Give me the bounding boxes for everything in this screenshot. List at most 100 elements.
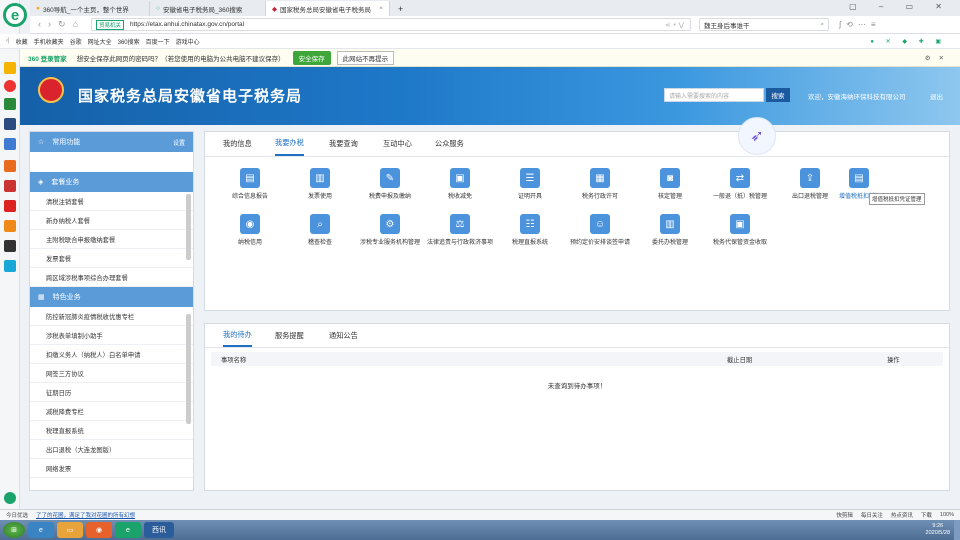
list-item[interactable]: 减税降费专栏 bbox=[30, 402, 193, 421]
browser-logo-icon[interactable]: e bbox=[3, 3, 27, 27]
toolbar-icons[interactable]: ∫⟲⋯≡ bbox=[839, 20, 881, 29]
taskbar-app[interactable]: 西讯 bbox=[144, 522, 174, 538]
tab-my-todo[interactable]: 我的待办 bbox=[223, 324, 252, 347]
tab-360search[interactable]: ○ 安徽省电子税务局_360搜索 bbox=[150, 1, 266, 16]
doc-icon[interactable] bbox=[4, 138, 16, 150]
list-item[interactable]: 征期日历 bbox=[30, 383, 193, 402]
list-item[interactable]: 防控新冠肺炎疫情税收优惠专栏 bbox=[30, 307, 193, 326]
weibo-icon[interactable] bbox=[4, 80, 16, 92]
url-bar[interactable]: 贸易机关 https://etax.anhui.chinatax.gov.cn/… bbox=[90, 18, 691, 31]
status-item[interactable]: 快剪辑 bbox=[836, 511, 853, 519]
bookmark-item[interactable]: 游戏中心 bbox=[176, 37, 200, 46]
scrollbar[interactable] bbox=[186, 194, 191, 260]
shop-icon[interactable] bbox=[4, 220, 16, 232]
taskbar-ie-icon[interactable]: e bbox=[28, 522, 54, 538]
func-agency[interactable]: ⚙ 涉税专业服务机构管理 bbox=[357, 214, 423, 246]
nav-buttons[interactable]: ‹›↻⌂ bbox=[38, 19, 85, 30]
save-password-button[interactable]: 安全保存 bbox=[292, 50, 331, 65]
list-item[interactable]: 跨区域涉税事项综合办理套餐 bbox=[30, 268, 193, 287]
p-icon[interactable] bbox=[4, 260, 16, 272]
func-declare[interactable]: ✎ 税费申报及缴纳 bbox=[357, 168, 423, 200]
list-item[interactable]: 发票套餐 bbox=[30, 249, 193, 268]
tab-360nav[interactable]: ● 360导航_一个主页，整个世界 bbox=[30, 1, 150, 16]
bookmark-toggle-icon[interactable]: ‹| bbox=[6, 38, 10, 44]
custody-icon: ▣ bbox=[730, 214, 750, 234]
tab-query[interactable]: 我要查询 bbox=[329, 132, 358, 156]
start-button[interactable]: ⊞ bbox=[3, 522, 25, 538]
func-law[interactable]: ⚖ 法律追责与行政救济事项 bbox=[427, 214, 493, 246]
extension-icons[interactable]: ● ✕ ◆ ✚ ▣ bbox=[870, 38, 946, 45]
bookmark-item[interactable]: 网址大全 bbox=[88, 37, 112, 46]
close-tab-icon[interactable]: × bbox=[379, 5, 383, 12]
special-header[interactable]: ▦ 特色业务 bbox=[30, 287, 193, 307]
logout-link[interactable]: 退出 bbox=[930, 91, 943, 101]
calendar-icon[interactable] bbox=[4, 118, 16, 130]
status-item[interactable]: 下载 bbox=[921, 511, 932, 519]
tab-interaction[interactable]: 互动中心 bbox=[383, 132, 412, 156]
func-pricing[interactable]: ☺ 预约定价安排谈签申请 bbox=[567, 214, 633, 246]
bar360-settings-close[interactable]: ⚙✕ bbox=[925, 54, 952, 62]
func-credit[interactable]: ◉ 纳税信用 bbox=[217, 214, 283, 246]
mail-icon[interactable] bbox=[4, 98, 16, 110]
taskbar-360-icon[interactable]: e bbox=[115, 522, 141, 538]
bookmark-item[interactable]: 收藏 bbox=[16, 37, 28, 46]
site-search-button[interactable]: 搜索 bbox=[766, 88, 790, 102]
search-box[interactable]: 魏王身后事谁干 ⌕ bbox=[698, 18, 829, 31]
tab-notices[interactable]: 通知公告 bbox=[329, 324, 358, 347]
scrollbar[interactable] bbox=[186, 314, 191, 424]
tab-my-info[interactable]: 我的信息 bbox=[223, 132, 252, 156]
list-item[interactable]: 扣缴义务人（纳税人）白名单申请 bbox=[30, 345, 193, 364]
list-item[interactable]: 清税注销套餐 bbox=[30, 192, 193, 211]
func-custody[interactable]: ▣ 税务代保管资金收取 bbox=[707, 214, 773, 246]
tab-service-reminder[interactable]: 服务提醒 bbox=[275, 324, 304, 347]
func-refund[interactable]: ⇄ 一般退（抵）税管理 bbox=[707, 168, 773, 200]
func-reduce[interactable]: ▣ 税收减免 bbox=[427, 168, 493, 200]
status-item[interactable]: 每日关注 bbox=[861, 511, 883, 519]
func-invoice[interactable]: ▥ 发票使用 bbox=[287, 168, 353, 200]
show-desktop-button[interactable] bbox=[954, 520, 960, 540]
status-item[interactable]: 热点资讯 bbox=[891, 511, 913, 519]
news-link[interactable]: 了了的花圃，满足了我对花圃的所有幻想 bbox=[36, 511, 135, 519]
star-icon[interactable] bbox=[4, 62, 16, 74]
new-tab-button[interactable]: + bbox=[392, 1, 409, 16]
func-verify[interactable]: ◙ 核定管理 bbox=[637, 168, 703, 200]
assistant-icon[interactable] bbox=[4, 492, 16, 504]
bookmark-item[interactable]: 360搜索 bbox=[118, 37, 140, 46]
music-icon[interactable] bbox=[4, 240, 16, 252]
func-license[interactable]: ▦ 税务行政许可 bbox=[567, 168, 633, 200]
no-prompt-button[interactable]: 此网站不再提示 bbox=[336, 50, 395, 65]
taskbar-firefox-icon[interactable]: ◉ bbox=[86, 522, 112, 538]
package-header[interactable]: ◈ 套餐业务 bbox=[30, 172, 193, 192]
list-item[interactable]: 网络发票 bbox=[30, 459, 193, 478]
list-item[interactable]: 新办纳税人套餐 bbox=[30, 211, 193, 230]
func-inspect[interactable]: ⌕ 稽查检查 bbox=[287, 214, 353, 246]
bookmark-item[interactable]: 百度一下 bbox=[146, 37, 170, 46]
list-item[interactable]: 网签三方协议 bbox=[30, 364, 193, 383]
list-item[interactable]: 主附税联合申报缴纳套餐 bbox=[30, 230, 193, 249]
assistant-bird-icon[interactable]: ➶ bbox=[738, 117, 776, 155]
tab-public-service[interactable]: 公众服务 bbox=[435, 132, 464, 156]
game-icon[interactable] bbox=[4, 160, 16, 172]
func-certificate[interactable]: ☰ 证明开具 bbox=[497, 168, 563, 200]
url-actions[interactable]: ⋖ ⚡ ⋁ bbox=[665, 21, 684, 29]
func-entrust[interactable]: ▥ 委托办税管理 bbox=[637, 214, 703, 246]
window-controls[interactable]: ▢ ‒ ▭ ✕ bbox=[849, 2, 952, 11]
common-setting-link[interactable]: 设置 bbox=[173, 138, 185, 147]
bookmark-item[interactable]: 手机收藏夹 bbox=[34, 37, 64, 46]
video-icon[interactable] bbox=[4, 180, 16, 192]
today-pick[interactable]: 今日优选 bbox=[6, 511, 28, 519]
list-item[interactable]: 涉税表单填制小助手 bbox=[30, 326, 193, 345]
func-direct[interactable]: ☷ 税理直报系统 bbox=[497, 214, 563, 246]
list-item[interactable]: 出口退税（大连龙图版） bbox=[30, 440, 193, 459]
bookmark-item[interactable]: 谷歌 bbox=[70, 37, 82, 46]
func-report[interactable]: ▤ 综合信息报告 bbox=[217, 168, 283, 200]
list-item[interactable]: 税理直报系统 bbox=[30, 421, 193, 440]
func-export[interactable]: ⇪ 出口退税管理 bbox=[777, 168, 843, 200]
tab-etax[interactable]: ◆ 国家税务总局安徽省电子税务局 × bbox=[266, 1, 390, 16]
site-search-input[interactable]: 请输入需要搜索的内容 bbox=[664, 88, 764, 102]
taskbar-folder-icon[interactable]: ▭ bbox=[57, 522, 83, 538]
news-icon[interactable] bbox=[4, 200, 16, 212]
search-icon[interactable]: ⌕ bbox=[820, 21, 824, 29]
zoom-level[interactable]: 100% bbox=[940, 512, 954, 518]
tab-tax-handling[interactable]: 我要办税 bbox=[275, 132, 304, 156]
